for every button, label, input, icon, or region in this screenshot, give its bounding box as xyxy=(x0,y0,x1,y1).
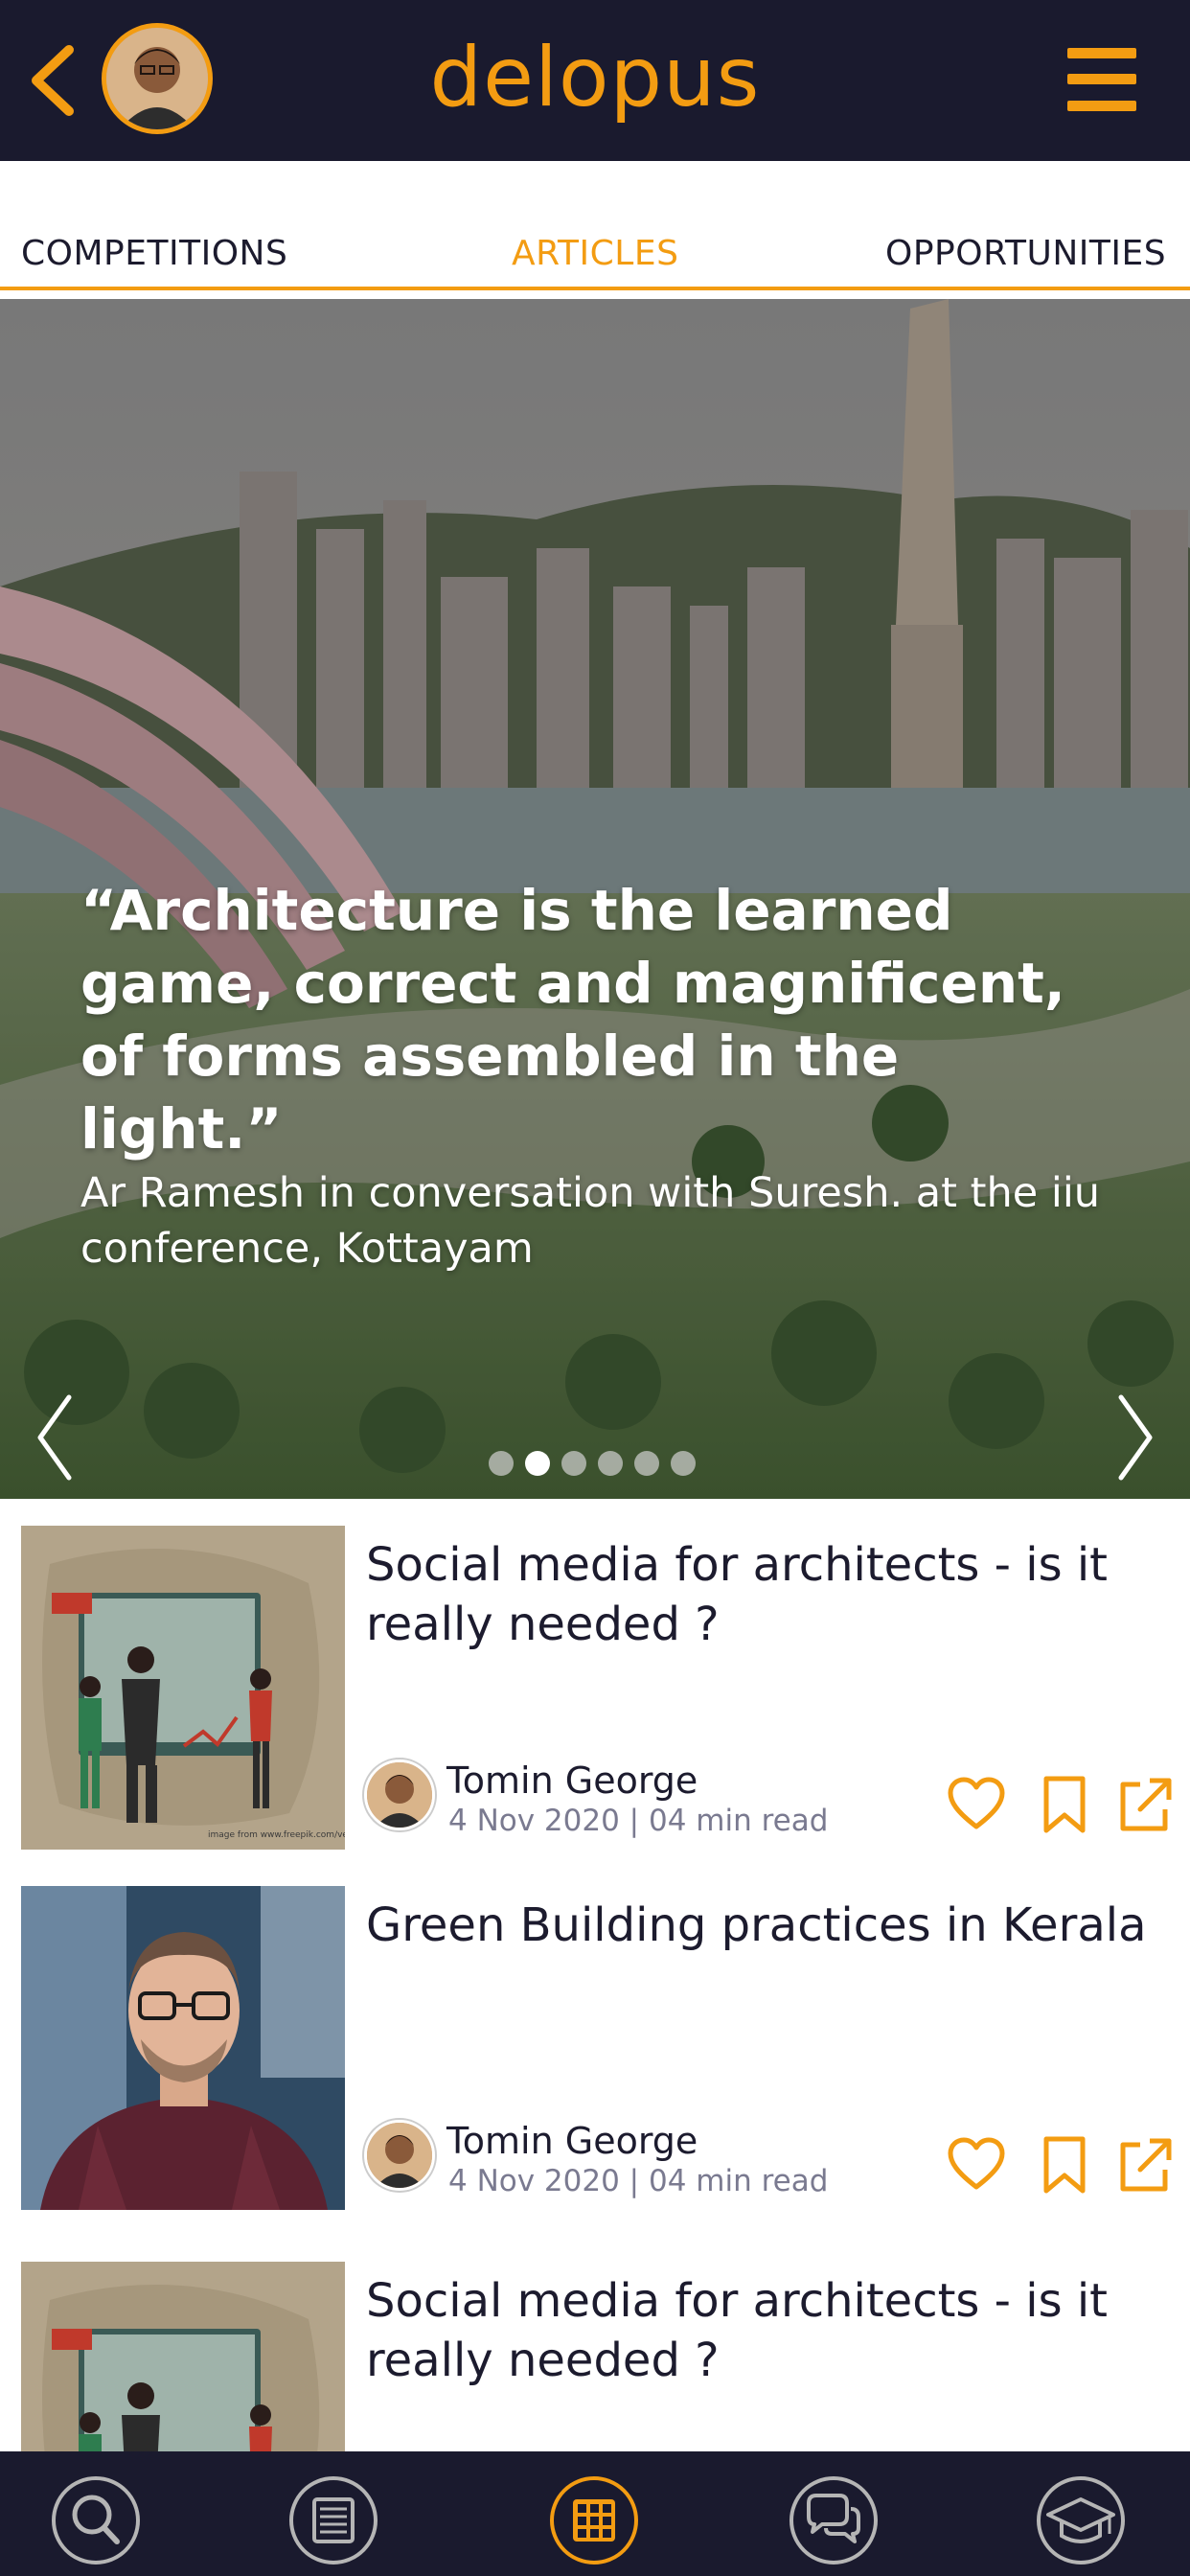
hamburger-menu-icon[interactable] xyxy=(1067,48,1136,111)
carousel-dot[interactable] xyxy=(671,1451,696,1476)
chevron-right-icon[interactable] xyxy=(1113,1392,1157,1484)
article-title[interactable]: Social media for architects - is it real… xyxy=(366,1535,1171,1654)
author-avatar[interactable] xyxy=(364,1760,435,1830)
tabs-divider xyxy=(0,287,1190,290)
author-name[interactable]: Tomin George xyxy=(446,2120,698,2162)
chevron-left-icon[interactable] xyxy=(23,42,84,119)
article-meta: 4 Nov 2020 | 04 min read xyxy=(448,2164,829,2198)
carousel-dot[interactable] xyxy=(634,1451,659,1476)
carousel-pagination xyxy=(489,1451,709,1480)
user-avatar[interactable] xyxy=(102,23,213,134)
carousel-dot[interactable] xyxy=(561,1451,586,1476)
thumbnail-credit: image from www.freepik.com/vectors xyxy=(208,1830,345,1840)
article-card[interactable]: Social media for architects - is it real… xyxy=(0,2262,1190,2451)
article-thumbnail[interactable] xyxy=(21,2262,345,2451)
hero-quote: “Architecture is the learned game, corre… xyxy=(80,878,1065,1162)
app-logo: delopus xyxy=(429,30,761,126)
chat-icon[interactable] xyxy=(788,2474,880,2566)
heart-icon[interactable] xyxy=(947,2135,1006,2195)
tab-competitions[interactable]: COMPETITIONS xyxy=(21,234,287,273)
share-external-icon[interactable] xyxy=(1115,1775,1175,1834)
article-meta: 4 Nov 2020 | 04 min read xyxy=(448,1804,829,1838)
heart-icon[interactable] xyxy=(947,1775,1006,1834)
chevron-left-icon[interactable] xyxy=(33,1392,77,1484)
article-thumbnail[interactable]: image from www.freepik.com/vectors xyxy=(21,1526,345,1850)
bookmark-icon[interactable] xyxy=(1035,1775,1094,1834)
author-avatar[interactable] xyxy=(364,2120,435,2191)
article-card[interactable]: Green Building practices in Kerala Tomin… xyxy=(0,1886,1190,2231)
tab-articles[interactable]: ARTICLES xyxy=(512,234,678,273)
author-name[interactable]: Tomin George xyxy=(446,1760,698,1802)
article-card[interactable]: image from www.freepik.com/vectors Socia… xyxy=(0,1526,1190,1871)
app-header: delopus xyxy=(0,0,1190,161)
hero-caption: Ar Ramesh in conversation with Suresh. a… xyxy=(80,1169,1101,1273)
carousel-dot[interactable] xyxy=(598,1451,623,1476)
grid-icon[interactable] xyxy=(548,2474,640,2566)
search-icon[interactable] xyxy=(50,2474,142,2566)
articles-icon[interactable] xyxy=(287,2474,379,2566)
carousel-dot[interactable] xyxy=(489,1451,514,1476)
bookmark-icon[interactable] xyxy=(1035,2135,1094,2195)
graduation-cap-icon[interactable] xyxy=(1035,2474,1127,2566)
tab-opportunities[interactable]: OPPORTUNITIES xyxy=(885,234,1166,273)
category-tabs: COMPETITIONS ARTICLES OPPORTUNITIES xyxy=(0,161,1190,295)
bottom-navigation xyxy=(0,2451,1190,2576)
article-title[interactable]: Social media for architects - is it real… xyxy=(366,2271,1171,2390)
share-external-icon[interactable] xyxy=(1115,2135,1175,2195)
carousel-dot-active[interactable] xyxy=(525,1451,550,1476)
article-thumbnail[interactable] xyxy=(21,1886,345,2210)
featured-carousel[interactable]: “Architecture is the learned game, corre… xyxy=(0,299,1190,1499)
article-title[interactable]: Green Building practices in Kerala xyxy=(366,1896,1171,1955)
